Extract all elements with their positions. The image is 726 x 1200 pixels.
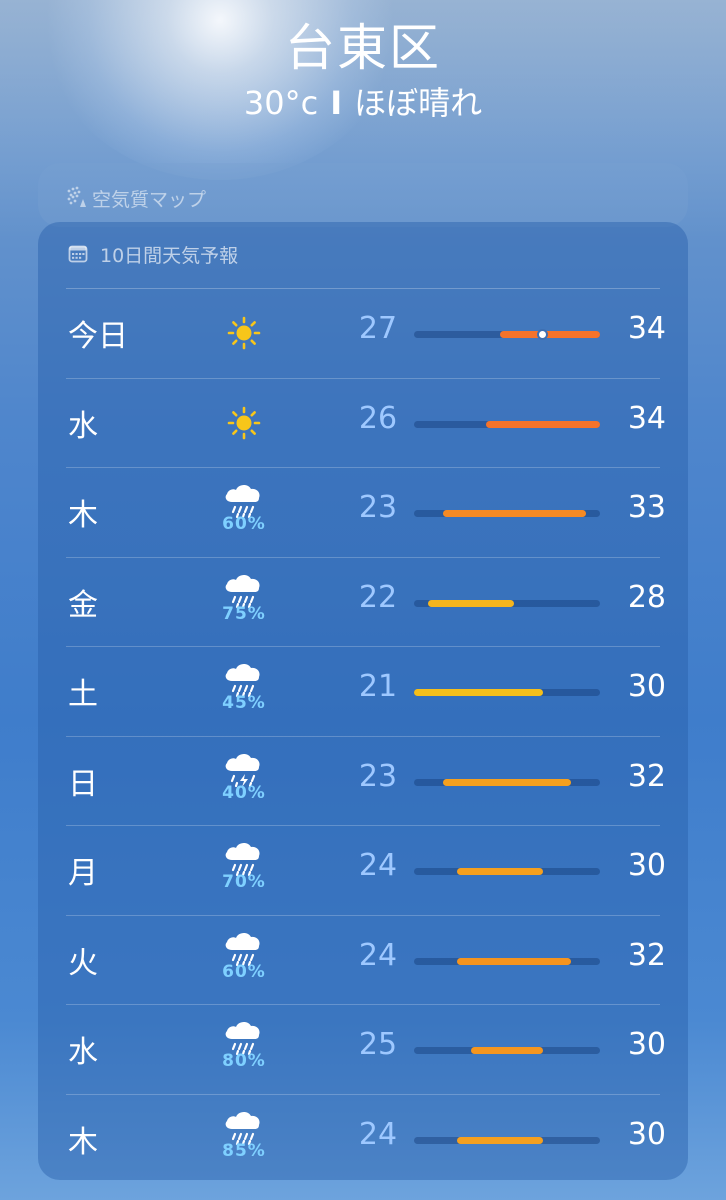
conditions-separator: I (330, 84, 343, 122)
temperature-range-bar (456, 1136, 543, 1144)
high-temperature: 33 (627, 490, 666, 525)
low-temperature: 25 (358, 1027, 398, 1062)
forecast-row[interactable]: 月 70% 24 30 (38, 826, 688, 916)
forecast-row[interactable]: 火 60% 24 32 (38, 916, 688, 1005)
forecast-row[interactable]: 木 85% 24 30 (38, 1095, 688, 1185)
temperature-range-bar (414, 689, 543, 696)
temperature-range-bar (485, 420, 600, 428)
sun-icon (218, 401, 270, 445)
low-temperature: 22 (358, 579, 398, 615)
low-temperature: 24 (358, 848, 398, 883)
forecast-title: 10日間天気予報 (100, 245, 239, 267)
forecast-day-label: 今日 (68, 319, 128, 354)
calendar-icon (68, 245, 88, 263)
temperature-range-bar (471, 1047, 543, 1054)
precipitation-chance: 40% (222, 782, 266, 803)
low-temperature: 23 (358, 490, 398, 525)
sun-icon (218, 311, 270, 355)
high-temperature: 30 (627, 669, 666, 704)
low-temperature: 23 (358, 758, 398, 794)
forecast-row[interactable]: 水 80% 25 30 (38, 1005, 688, 1095)
precipitation-chance: 75% (222, 603, 266, 624)
high-temperature: 34 (627, 400, 666, 436)
forecast-day-label: 火 (68, 945, 98, 981)
current-temperature-marker (537, 329, 549, 340)
current-condition-text: ほぼ晴れ (354, 84, 483, 122)
temperature-range-bar (456, 868, 543, 875)
current-temperature: 30°c (243, 84, 319, 122)
temperature-range-bar (442, 510, 586, 517)
temperature-range-bar (456, 957, 572, 965)
forecast-day-label: 月 (68, 856, 98, 891)
precipitation-chance: 45% (222, 693, 266, 713)
air-quality-title: 空気質マップ (92, 189, 207, 211)
temperature-range-bar (499, 331, 600, 338)
low-temperature: 21 (358, 669, 398, 704)
temperature-range-bar (442, 778, 572, 786)
current-conditions: 30°c I ほぼ晴れ (0, 78, 726, 124)
precipitation-chance: 60% (222, 961, 266, 982)
forecast-row[interactable]: 水 26 34 (38, 379, 688, 468)
low-temperature: 27 (358, 311, 398, 346)
forecast-day-label: 金 (68, 587, 98, 623)
precipitation-chance: 60% (222, 514, 266, 534)
forecast-row[interactable]: 日 40% 23 32 (38, 737, 688, 826)
forecast-row[interactable]: 金 75% 22 28 (38, 558, 688, 647)
forecast-day-label: 土 (68, 677, 98, 712)
forecast-day-label: 木 (68, 1124, 98, 1160)
forecast-day-label: 日 (68, 766, 98, 802)
high-temperature: 30 (627, 848, 666, 883)
low-temperature: 26 (358, 400, 398, 436)
low-temperature: 24 (358, 937, 398, 973)
high-temperature: 34 (627, 311, 666, 346)
air-quality-icon (67, 186, 86, 207)
forecast-day-label: 水 (68, 408, 98, 444)
precipitation-chance: 85% (222, 1140, 266, 1161)
forecast-row[interactable]: 今日 27 34 (38, 289, 688, 379)
forecast-row[interactable]: 木 60% 23 33 (38, 468, 688, 558)
high-temperature: 28 (627, 579, 666, 615)
high-temperature: 30 (627, 1027, 666, 1062)
precipitation-chance: 80% (222, 1051, 266, 1071)
high-temperature: 32 (627, 758, 666, 794)
forecast-day-label: 木 (68, 498, 98, 533)
forecast-row[interactable]: 土 45% 21 30 (38, 647, 688, 737)
city-name: 台東区 (285, 19, 441, 77)
high-temperature: 32 (627, 937, 666, 973)
low-temperature: 24 (358, 1116, 398, 1152)
high-temperature: 30 (627, 1116, 666, 1152)
temperature-range-bar (428, 599, 515, 607)
precipitation-chance: 70% (222, 872, 266, 892)
forecast-day-label: 水 (68, 1035, 98, 1070)
